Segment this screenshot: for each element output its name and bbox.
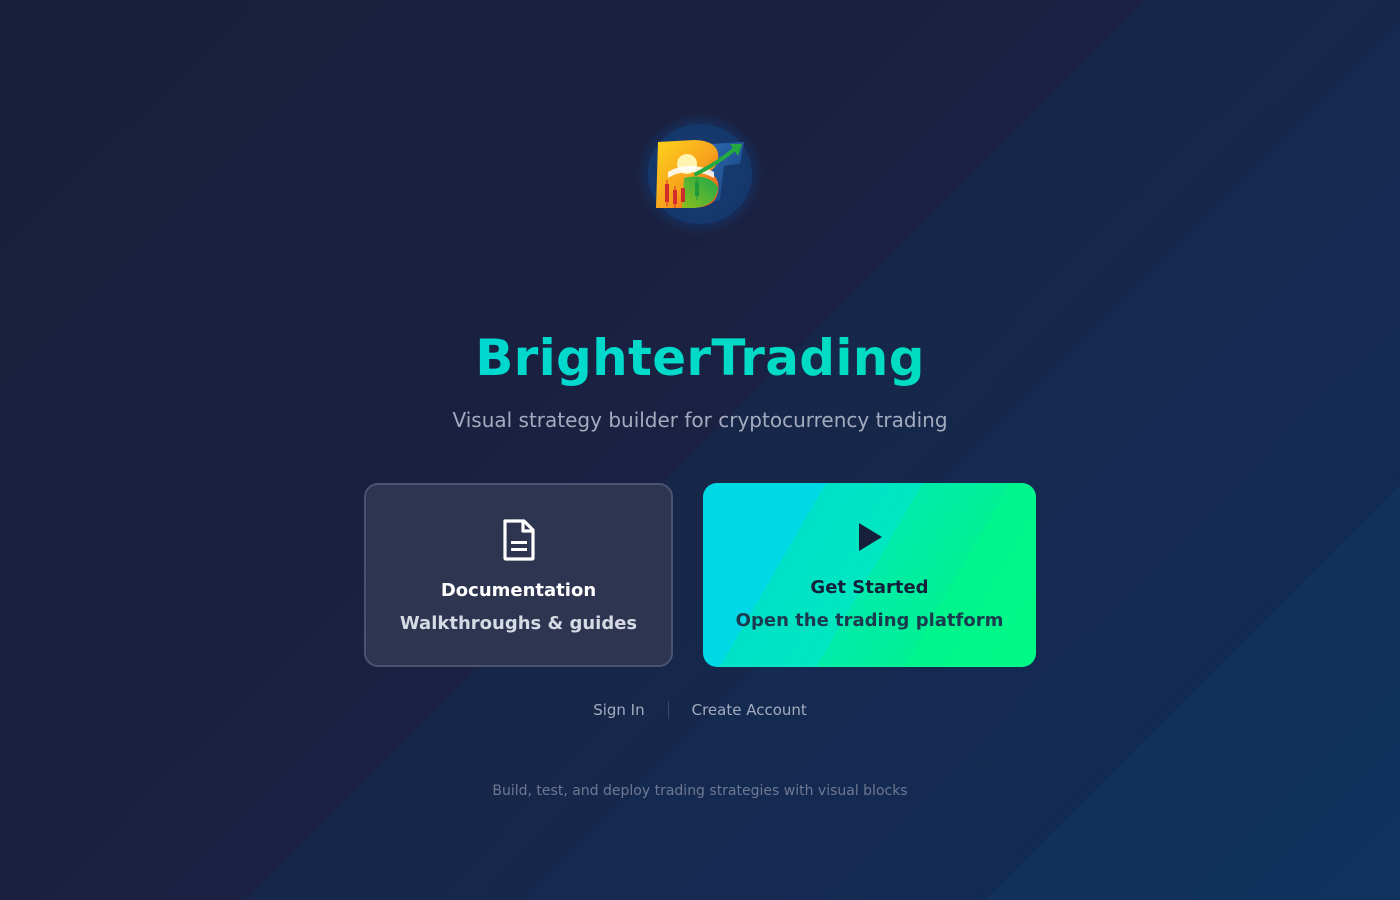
documentation-card[interactable]: Documentation Walkthroughs & guides [364, 483, 673, 667]
get-started-card-title: Get Started [810, 577, 929, 598]
brand-tagline: Visual strategy builder for cryptocurren… [452, 408, 948, 432]
get-started-card-subtitle: Open the trading platform [735, 610, 1004, 631]
auth-links: Sign In Create Account [0, 699, 1400, 721]
sign-in-link[interactable]: Sign In [593, 699, 644, 721]
brighter-trading-logo-icon [632, 108, 768, 240]
auth-divider [667, 701, 669, 719]
get-started-card[interactable]: Get Started Open the trading platform [703, 483, 1036, 667]
create-account-link[interactable]: Create Account [692, 699, 807, 721]
brand-title: BrighterTrading [0, 328, 1400, 388]
play-icon [703, 521, 1036, 553]
documentation-card-title: Documentation [440, 580, 597, 601]
documentation-card-subtitle: Walkthroughs & guides [399, 613, 638, 634]
document-icon [366, 519, 671, 561]
footer-text: Build, test, and deploy trading strategi… [492, 783, 908, 799]
